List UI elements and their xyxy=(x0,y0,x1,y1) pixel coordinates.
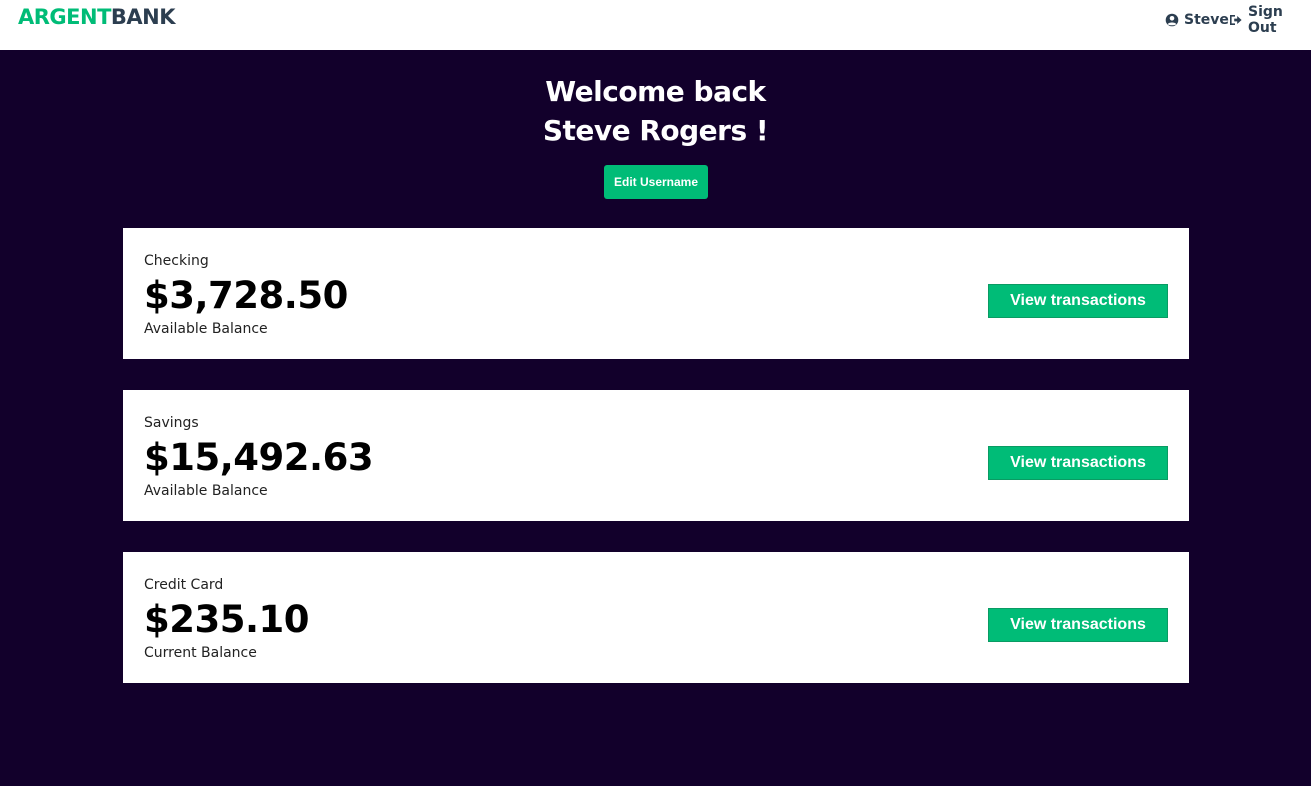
account-amount: $15,492.63 xyxy=(144,436,374,479)
logo-argent: ARGENT xyxy=(18,5,111,29)
account-amount: $235.10 xyxy=(144,598,310,641)
logo-bank: BANK xyxy=(110,5,176,29)
welcome-user-name: Steve Rogers ! xyxy=(542,114,769,147)
account-amount-description: Available Balance xyxy=(144,321,268,337)
account-amount-description: Current Balance xyxy=(144,645,257,661)
account-credit-card: Credit Card $235.10 Current Balance View… xyxy=(123,552,1189,683)
account-title: Savings xyxy=(144,415,199,431)
account-amount-description: Available Balance xyxy=(144,483,268,499)
view-transactions-button[interactable]: View transactions xyxy=(988,446,1168,480)
view-transactions-button[interactable]: View transactions xyxy=(988,284,1168,318)
sign-out-link[interactable]: Sign Out xyxy=(1229,4,1311,36)
sign-out-label: Sign Out xyxy=(1248,4,1283,36)
nav-user-name: Steve xyxy=(1184,12,1229,28)
welcome-heading: Welcome back Steve Rogers ! xyxy=(0,72,1311,150)
nav-user-link[interactable]: Steve xyxy=(1165,11,1229,29)
account-title: Credit Card xyxy=(144,577,224,593)
account-checking: Checking $3,728.50 Available Balance Vie… xyxy=(123,228,1189,359)
edit-username-button[interactable]: Edit Username xyxy=(604,165,708,199)
user-circle-icon xyxy=(1165,13,1179,27)
sign-out-icon xyxy=(1229,13,1243,27)
account-savings: Savings $15,492.63 Available Balance Vie… xyxy=(123,390,1189,521)
view-transactions-button[interactable]: View transactions xyxy=(988,608,1168,642)
account-amount: $3,728.50 xyxy=(144,274,348,317)
navbar: ARGENTBANK Steve Sign Out xyxy=(0,0,1311,50)
account-title: Checking xyxy=(144,253,209,269)
logo[interactable]: ARGENTBANK xyxy=(18,5,176,29)
welcome-line-1: Welcome back xyxy=(545,75,766,108)
